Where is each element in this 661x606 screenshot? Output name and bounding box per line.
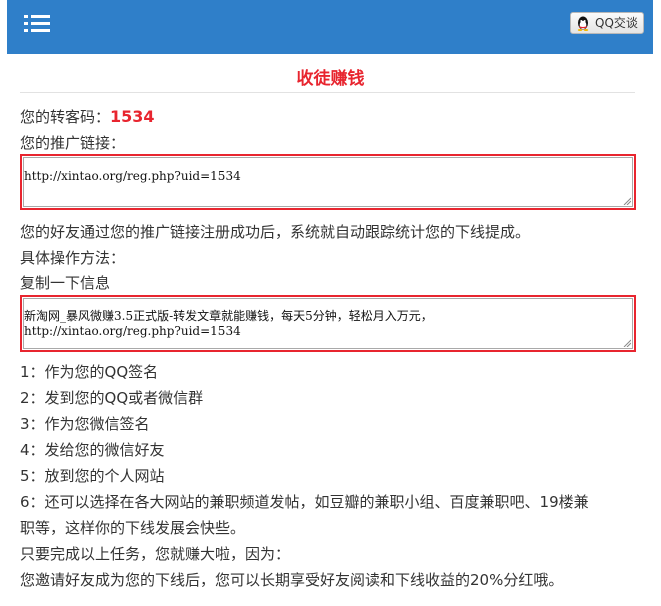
- step-item: 4：发给您的微信好友: [20, 441, 165, 459]
- page-title: 收徒赚钱: [296, 69, 365, 89]
- hamburger-menu-icon[interactable]: [24, 13, 52, 35]
- share-message-line-2: http://xintao.org/reg.php?uid=1534: [24, 324, 241, 338]
- step-item: 6：还可以选择在各大网站的兼职频道发帖，如豆瓣的兼职小组、百度兼职吧、19楼兼: [20, 493, 589, 511]
- resize-grip-icon[interactable]: [623, 197, 631, 205]
- top-navbar: QQ交谈: [7, 0, 653, 54]
- referral-link-label: 您的推广链接：: [20, 134, 126, 152]
- step-item-continued: 职等，这样你的下线发展会快些。: [20, 519, 246, 537]
- step-item: 5：放到您的个人网站: [20, 467, 165, 485]
- qq-penguin-icon: [577, 16, 589, 31]
- title-divider: [20, 92, 635, 93]
- referral-code-row: 您的转客码：1534: [20, 106, 155, 127]
- step-item: 1：作为您的QQ签名: [20, 363, 159, 381]
- qq-chat-label: QQ交谈: [595, 16, 638, 30]
- share-message-textarea[interactable]: 新淘网_暴风微赚3.5正式版-转发文章就能赚钱，每天5分钟，轻松月入万元， ht…: [20, 295, 636, 352]
- resize-grip-icon[interactable]: [623, 339, 631, 347]
- method-label: 具体操作方法：: [20, 249, 126, 267]
- copy-info-label: 复制一下信息: [20, 274, 111, 292]
- referral-code-value: 1534: [110, 107, 155, 126]
- footer-reward-note: 您邀请好友成为您的下线后，您可以长期享受好友阅读和下线收益的20%分红哦。: [20, 571, 564, 589]
- share-message-line-1: 新淘网_暴风微赚3.5正式版-转发文章就能赚钱，每天5分钟，轻松月入万元，: [24, 309, 433, 323]
- referral-link-text: http://xintao.org/reg.php?uid=1534: [24, 169, 241, 183]
- referral-link-textarea[interactable]: http://xintao.org/reg.php?uid=1534: [20, 154, 636, 210]
- step-item: 3：作为您微信签名: [20, 415, 150, 433]
- referral-code-label: 您的转客码：: [20, 108, 111, 126]
- qq-chat-button[interactable]: QQ交谈: [570, 12, 644, 34]
- step-item: 2：发到您的QQ或者微信群: [20, 389, 204, 407]
- referral-description: 您的好友通过您的推广链接注册成功后，系统就自动跟踪统计您的下线提成。: [20, 223, 531, 241]
- footer-note: 只要完成以上任务，您就赚大啦，因为：: [20, 545, 291, 563]
